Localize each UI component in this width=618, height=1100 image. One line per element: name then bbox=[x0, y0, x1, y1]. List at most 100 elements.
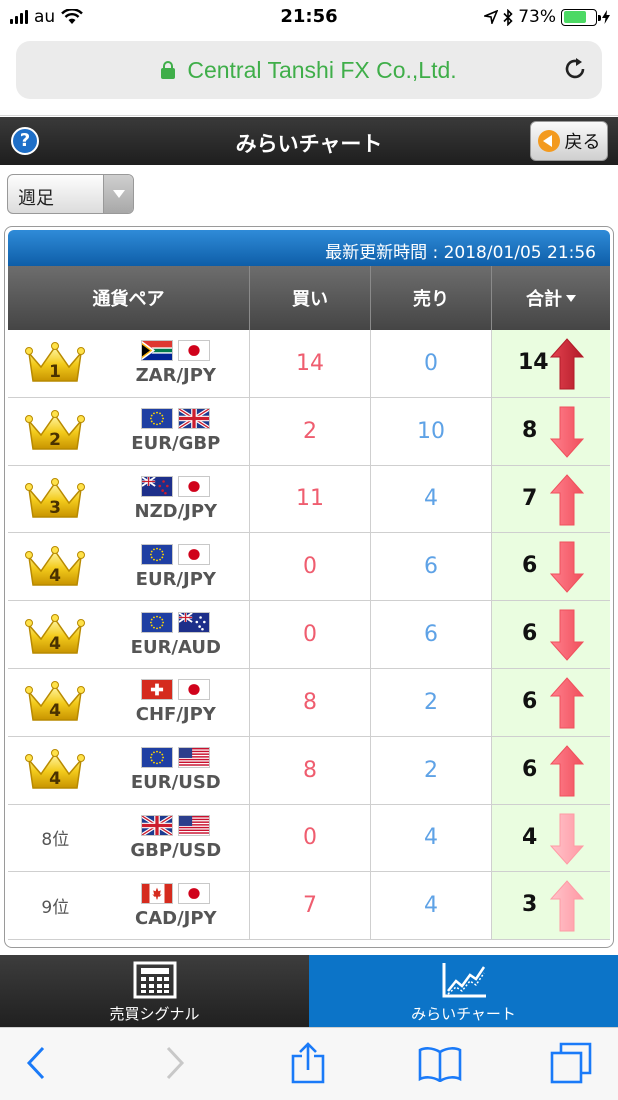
jp-flag-icon bbox=[178, 475, 211, 497]
arrow-down-icon bbox=[550, 813, 584, 865]
total-cell: 4 bbox=[492, 804, 610, 872]
total-cell: 14 bbox=[492, 330, 610, 397]
back-arrow-icon bbox=[537, 130, 560, 152]
rank-badge: 4 bbox=[8, 669, 103, 736]
crown-icon: 3 bbox=[25, 477, 86, 518]
crown-icon: 2 bbox=[25, 410, 86, 450]
lock-icon bbox=[161, 61, 176, 79]
address-bar[interactable]: Central Tanshi FX Co.,Ltd. bbox=[16, 41, 602, 99]
sell-count: 0 bbox=[371, 330, 492, 397]
total-cell: 6 bbox=[492, 668, 610, 736]
tab-trade-signal-label: 売買シグナル bbox=[109, 1005, 200, 1023]
table-row[interactable]: 1 ZAR/JPY 14 0 14 bbox=[8, 330, 610, 398]
pair-cell: 8位 GBP/USD bbox=[8, 804, 250, 872]
pair-cell: 4 EUR/AUD bbox=[8, 601, 250, 668]
buy-count: 11 bbox=[250, 465, 371, 533]
table-row[interactable]: 9位 CAD/JPY 7 4 3 bbox=[8, 872, 610, 941]
ranking-panel: 最新更新時間 : 2018/01/05 21:56 通貨ペア 買い 売り 合計 … bbox=[4, 226, 614, 948]
crown-rank-number: 3 bbox=[49, 498, 61, 518]
crown-icon: 4 bbox=[25, 613, 86, 654]
us-flag-icon bbox=[178, 814, 211, 836]
buy-count: 7 bbox=[250, 872, 371, 940]
battery-percent: 73% bbox=[518, 7, 556, 27]
currency-flags bbox=[141, 814, 211, 836]
table-row[interactable]: 8位 GBP/USD 0 4 4 bbox=[8, 804, 610, 873]
total-count: 6 bbox=[522, 756, 538, 782]
tabs-icon[interactable] bbox=[550, 1042, 592, 1084]
arrow-up-icon bbox=[550, 677, 584, 729]
sell-count: 6 bbox=[371, 601, 492, 668]
currency-flags bbox=[141, 747, 211, 769]
location-icon bbox=[484, 10, 499, 24]
buy-count: 2 bbox=[250, 397, 371, 465]
total-cell: 6 bbox=[492, 601, 610, 668]
reload-icon[interactable] bbox=[562, 56, 588, 82]
browser-toolbar bbox=[0, 1027, 618, 1100]
table-row[interactable]: 4 EUR/USD 8 2 6 bbox=[8, 736, 610, 805]
crown-rank-number: 2 bbox=[49, 430, 61, 450]
total-count: 6 bbox=[522, 688, 538, 714]
crown-rank-number: 4 bbox=[49, 634, 61, 654]
eu-flag-icon bbox=[141, 408, 174, 430]
sell-count: 2 bbox=[371, 668, 492, 736]
au-flag-icon bbox=[178, 611, 211, 633]
forward-nav-icon[interactable] bbox=[165, 1046, 185, 1080]
column-header-total[interactable]: 合計 bbox=[492, 266, 610, 330]
column-header-pair: 通貨ペア bbox=[8, 266, 250, 330]
period-select-value: 週足 bbox=[18, 188, 54, 209]
table-row[interactable]: 2 EUR/GBP 2 10 8 bbox=[8, 397, 610, 466]
back-button[interactable]: 戻る bbox=[530, 121, 608, 161]
crown-rank-number: 4 bbox=[49, 566, 61, 586]
tab-mirai-chart[interactable]: みらいチャート bbox=[309, 955, 618, 1027]
bookmarks-icon[interactable] bbox=[418, 1046, 462, 1082]
sort-desc-icon bbox=[566, 294, 576, 302]
nz-flag-icon bbox=[141, 475, 174, 497]
rank-label: 8位 bbox=[41, 830, 70, 851]
currency-flags bbox=[141, 611, 211, 633]
eu-flag-icon bbox=[141, 747, 174, 769]
jp-flag-icon bbox=[178, 679, 211, 701]
total-cell: 8 bbox=[492, 397, 610, 465]
currency-flags bbox=[141, 408, 211, 430]
period-select[interactable]: 週足 bbox=[7, 174, 134, 214]
column-header-sell: 売り bbox=[371, 266, 492, 330]
currency-pair-name: GBP/USD bbox=[130, 839, 222, 861]
total-cell: 3 bbox=[492, 872, 610, 940]
total-cell: 6 bbox=[492, 736, 610, 804]
pair-cell: 9位 CAD/JPY bbox=[8, 872, 250, 940]
chart-icon bbox=[442, 963, 486, 998]
table-row[interactable]: 4 EUR/AUD 0 6 6 bbox=[8, 601, 610, 669]
table-row[interactable]: 3 NZD/JPY 11 4 7 bbox=[8, 465, 610, 534]
crown-rank-number: 4 bbox=[49, 769, 61, 789]
currency-flags bbox=[141, 679, 211, 701]
table-row[interactable]: 4 EUR/JPY 0 6 6 bbox=[8, 533, 610, 602]
buy-count: 0 bbox=[250, 601, 371, 668]
rank-badge: 1 bbox=[8, 330, 103, 397]
gb-flag-icon bbox=[141, 814, 174, 836]
total-count: 3 bbox=[522, 892, 538, 918]
back-nav-icon[interactable] bbox=[26, 1046, 46, 1080]
table-header: 通貨ペア 買い 売り 合計 bbox=[8, 266, 610, 330]
currency-pair-name: EUR/USD bbox=[130, 772, 221, 794]
sell-count: 4 bbox=[371, 465, 492, 533]
tab-trade-signal[interactable]: 売買シグナル bbox=[0, 955, 309, 1027]
sell-count: 4 bbox=[371, 872, 492, 940]
currency-pair-name: EUR/GBP bbox=[131, 433, 221, 455]
pair-cell: 2 EUR/GBP bbox=[8, 397, 250, 465]
jp-flag-icon bbox=[178, 340, 211, 362]
arrow-down-icon bbox=[550, 406, 584, 458]
arrow-up-icon bbox=[550, 880, 584, 932]
currency-flags bbox=[141, 543, 211, 565]
eu-flag-icon bbox=[141, 611, 174, 633]
table-row[interactable]: 4 CHF/JPY 8 2 6 bbox=[8, 668, 610, 737]
bluetooth-icon bbox=[503, 8, 513, 26]
chevron-down-icon bbox=[103, 175, 133, 213]
buy-count: 14 bbox=[250, 330, 371, 397]
rank-badge: 2 bbox=[8, 398, 103, 465]
total-count: 6 bbox=[522, 553, 538, 579]
share-icon[interactable] bbox=[290, 1042, 326, 1084]
total-count: 8 bbox=[522, 417, 538, 443]
status-right: 73% bbox=[484, 7, 610, 27]
back-button-label: 戻る bbox=[564, 132, 601, 153]
browser-address-area: Central Tanshi FX Co.,Ltd. bbox=[0, 36, 618, 116]
